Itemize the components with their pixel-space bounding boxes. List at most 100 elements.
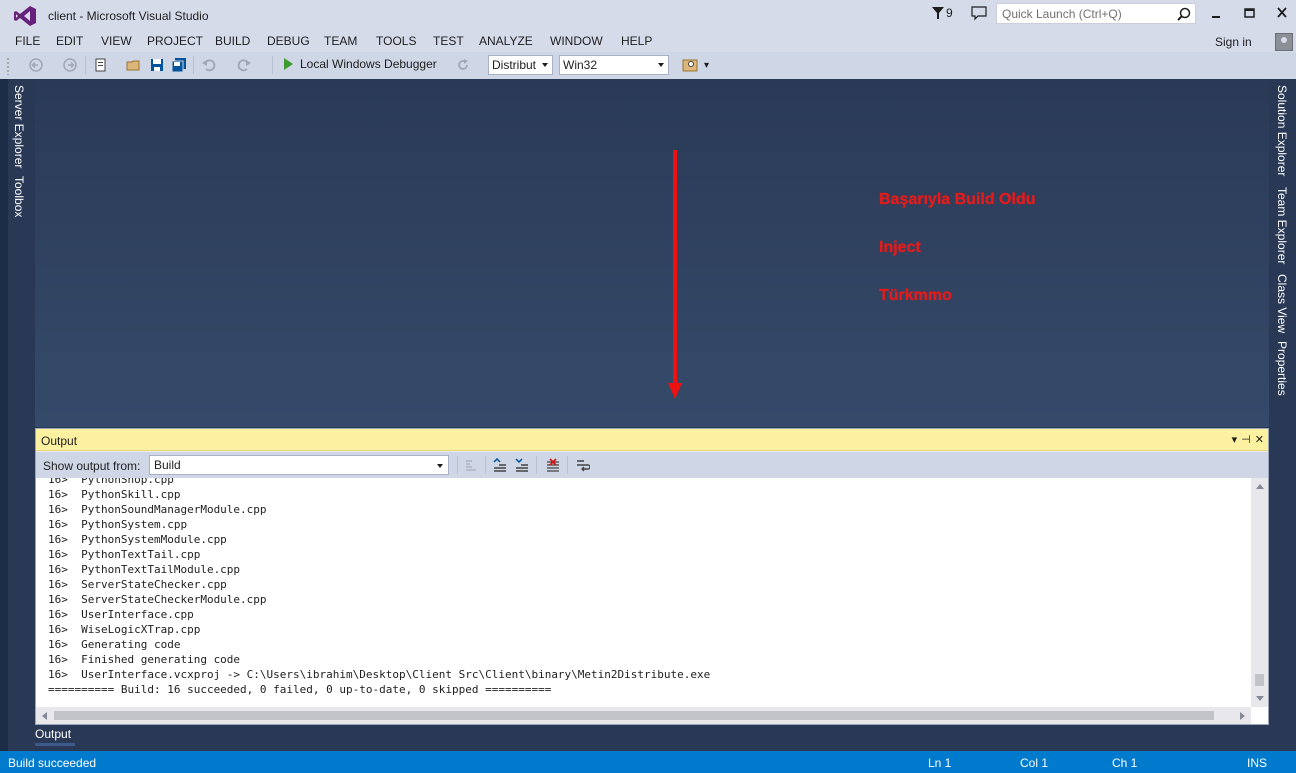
output-line: 16> PythonSystemModule.cpp: [48, 533, 227, 546]
output-line: 16> PythonSystem.cpp: [48, 518, 188, 531]
find-message-in-code-icon[interactable]: [464, 458, 478, 472]
vertical-scrollbar[interactable]: [1251, 478, 1268, 707]
scroll-down-icon[interactable]: [1256, 696, 1264, 701]
tab-class-view[interactable]: Class View: [1275, 274, 1289, 333]
feedback-icon[interactable]: [971, 5, 987, 21]
output-header: Output ▾ ⊣ ✕: [36, 429, 1268, 451]
quick-launch-input[interactable]: Quick Launch (Ctrl+Q): [996, 3, 1196, 24]
output-line: 16> PythonTextTailModule.cpp: [48, 563, 241, 576]
red-arrow-line: [673, 150, 677, 386]
close-panel-icon[interactable]: ✕: [1255, 433, 1264, 446]
close-icon[interactable]: [1273, 5, 1291, 21]
undo-icon[interactable]: [201, 57, 217, 73]
start-debugging-button[interactable]: Local Windows Debugger: [300, 57, 437, 71]
output-line: 16> PythonShop.cpp: [48, 478, 174, 486]
output-text-area[interactable]: 16> PythonShop.cpp 16> PythonSkill.cpp 16>…: [36, 478, 1268, 724]
output-window: Output ▾ ⊣ ✕ Show output from: Build 16>…: [35, 428, 1269, 725]
toolbar-separator: [536, 456, 537, 474]
pin-icon[interactable]: ⊣: [1241, 433, 1251, 446]
menu-analyze[interactable]: ANALYZE: [479, 34, 533, 48]
save-all-icon[interactable]: [171, 57, 187, 73]
window-title: client - Microsoft Visual Studio: [48, 9, 209, 23]
menu-file[interactable]: FILE: [15, 34, 40, 48]
annotation-text-2: Inject: [879, 239, 921, 256]
menu-test[interactable]: TEST: [433, 34, 464, 48]
tab-toolbox[interactable]: Toolbox: [12, 176, 26, 217]
output-line: 16> ServerStateChecker.cpp: [48, 578, 227, 591]
find-in-files-icon[interactable]: [682, 57, 698, 73]
filter-flag-icon: [932, 7, 944, 19]
chevron-down-icon: [437, 464, 443, 468]
sign-in-link[interactable]: Sign in: [1215, 35, 1252, 49]
toolbar-separator: [272, 56, 273, 74]
new-project-icon[interactable]: [93, 57, 109, 73]
scroll-up-icon[interactable]: [1256, 484, 1264, 489]
clear-all-icon[interactable]: [546, 458, 560, 472]
menu-project[interactable]: PROJECT: [147, 34, 203, 48]
annotation-text-1: Başarıyla Build Oldu: [879, 191, 1036, 208]
output-source-select[interactable]: Build: [149, 455, 449, 475]
next-message-icon[interactable]: [515, 458, 529, 472]
status-insert-mode: INS: [1247, 756, 1268, 770]
scroll-right-icon[interactable]: [1240, 712, 1245, 720]
menu-build[interactable]: BUILD: [215, 34, 250, 48]
left-edge: [0, 79, 8, 751]
output-line: 16> PythonTextTail.cpp: [48, 548, 201, 561]
output-title: Output: [41, 434, 78, 448]
toolbar-grip[interactable]: [6, 57, 10, 75]
horizontal-scrollbar[interactable]: [36, 707, 1251, 724]
menu-window[interactable]: WINDOW: [550, 34, 603, 48]
output-line: 16> ServerStateCheckerModule.cpp: [48, 593, 267, 606]
output-source-value: Build: [154, 458, 181, 472]
scroll-thumb-horizontal[interactable]: [54, 711, 1214, 720]
status-character: Ch 1: [1112, 756, 1138, 770]
chevron-down-icon: [542, 63, 548, 67]
start-debugging-icon[interactable]: [284, 58, 293, 70]
word-wrap-icon[interactable]: [576, 458, 590, 472]
tab-solution-explorer[interactable]: Solution Explorer: [1275, 85, 1289, 176]
configuration-value: Distribut: [492, 58, 537, 72]
status-bar: Build succeeded Ln 1 Col 1 Ch 1 INS: [0, 751, 1296, 773]
output-line: 16> Generating code: [48, 638, 181, 651]
output-line: 16> PythonSoundManagerModule.cpp: [48, 503, 267, 516]
menu-help[interactable]: HELP: [621, 34, 652, 48]
tab-team-explorer[interactable]: Team Explorer: [1275, 187, 1289, 264]
notifications-button[interactable]: 9: [932, 6, 953, 20]
status-line: Ln 1: [928, 756, 952, 770]
open-file-icon[interactable]: [126, 57, 142, 73]
scroll-left-icon[interactable]: [42, 712, 47, 720]
maximize-icon[interactable]: [1240, 5, 1258, 21]
status-message: Build succeeded: [8, 756, 97, 770]
menu-debug[interactable]: DEBUG: [267, 34, 310, 48]
menu-edit[interactable]: EDIT: [56, 34, 83, 48]
search-icon[interactable]: [1177, 7, 1191, 21]
solution-configuration-select[interactable]: Distribut: [488, 55, 553, 75]
menu-view[interactable]: VIEW: [101, 34, 132, 48]
save-icon[interactable]: [149, 57, 165, 73]
toolbar-separator: [567, 456, 568, 474]
navigate-back-icon[interactable]: [28, 57, 44, 73]
toolbar-overflow-icon[interactable]: ▾: [704, 60, 709, 71]
tab-server-explorer[interactable]: Server Explorer: [12, 85, 26, 168]
menu-tools[interactable]: TOOLS: [376, 34, 416, 48]
output-line: 16> UserInterface.vcxproj -> C:\Users\ib…: [48, 668, 711, 681]
redo-icon[interactable]: [236, 57, 252, 73]
tab-properties[interactable]: Properties: [1275, 341, 1289, 396]
solution-platform-select[interactable]: Win32: [559, 55, 669, 75]
status-column: Col 1: [1020, 756, 1049, 770]
navigate-forward-icon[interactable]: [62, 57, 78, 73]
output-line: 16> WiseLogicXTrap.cpp: [48, 623, 201, 636]
toolbar-separator: [85, 56, 86, 74]
previous-message-icon[interactable]: [493, 458, 507, 472]
tab-output[interactable]: Output: [35, 727, 71, 741]
avatar[interactable]: [1275, 33, 1293, 51]
scroll-thumb[interactable]: [1255, 674, 1264, 686]
restart-icon[interactable]: [456, 58, 470, 72]
output-log: 16> PythonShop.cpp 16> PythonSkill.cpp 16>…: [48, 478, 710, 697]
minimize-icon[interactable]: [1207, 5, 1225, 21]
output-line: 16> Finished generating code: [48, 653, 241, 666]
window-position-dropdown-icon[interactable]: ▾: [1232, 433, 1238, 446]
output-header-controls: ▾ ⊣ ✕: [1232, 433, 1264, 446]
menu-team[interactable]: TEAM: [324, 34, 357, 48]
right-tool-window-strip: [1269, 79, 1296, 751]
